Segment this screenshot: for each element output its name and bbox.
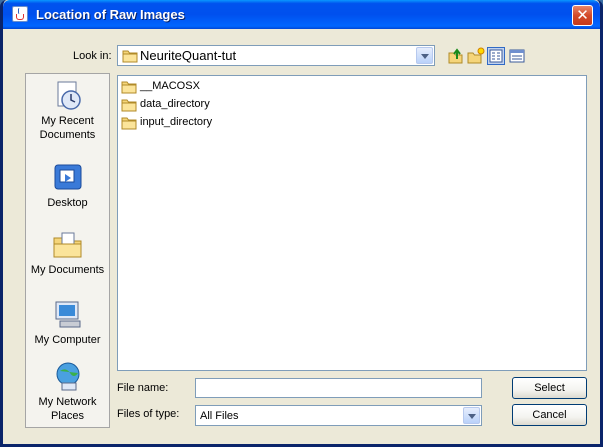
chevron-down-icon[interactable]: [463, 407, 480, 424]
network-places-icon: [52, 361, 84, 393]
title-bar[interactable]: Location of Raw Images ✕: [3, 0, 600, 29]
java-cup-icon: [12, 6, 28, 22]
details-view-button[interactable]: [508, 47, 526, 65]
folder-icon: [121, 99, 137, 112]
close-button[interactable]: ✕: [572, 5, 593, 26]
place-label: My Recent Documents: [39, 115, 96, 141]
window-title: Location of Raw Images: [36, 7, 185, 22]
details-view-icon: [509, 49, 525, 63]
up-one-level-button[interactable]: [447, 47, 465, 65]
place-my-computer[interactable]: My Computer: [26, 299, 109, 347]
list-view-icon: [489, 49, 503, 63]
recent-documents-icon: [52, 80, 84, 112]
look-in-label: Look in:: [73, 50, 112, 62]
create-new-folder-icon: [467, 47, 485, 64]
cancel-button[interactable]: Cancel: [512, 404, 587, 426]
list-item[interactable]: input_directory: [121, 115, 321, 131]
select-button[interactable]: Select: [512, 377, 587, 399]
folder-icon: [121, 81, 137, 94]
place-label: Desktop: [47, 197, 88, 209]
files-of-type-dropdown[interactable]: All Files: [195, 405, 482, 426]
create-new-folder-button[interactable]: [467, 47, 485, 65]
file-name-input[interactable]: [195, 378, 482, 398]
files-of-type-label: Files of type:: [117, 408, 180, 420]
place-label: My Network Places: [38, 396, 97, 422]
place-network-places[interactable]: My Network Places: [26, 361, 109, 423]
look-in-dropdown[interactable]: NeuriteQuant-tut: [117, 45, 435, 66]
up-one-level-icon: [448, 48, 463, 64]
file-chooser-window: Location of Raw Images ✕ Look in: Neurit…: [0, 0, 603, 447]
list-view-button[interactable]: [487, 47, 505, 65]
desktop-icon: [52, 162, 84, 194]
files-of-type-value: All Files: [200, 410, 239, 422]
chevron-down-icon[interactable]: [416, 47, 433, 64]
folder-icon: [122, 50, 138, 63]
file-name: input_directory: [140, 116, 213, 128]
list-item[interactable]: __MACOSX: [121, 79, 321, 95]
places-bar: My Recent Documents Desktop My Documents…: [25, 73, 110, 428]
folder-icon: [121, 117, 137, 130]
file-list[interactable]: __MACOSX data_directory input_directory: [117, 75, 587, 371]
file-name: data_directory: [140, 98, 210, 110]
my-documents-icon: [52, 229, 84, 261]
place-desktop[interactable]: Desktop: [26, 162, 109, 210]
list-item[interactable]: data_directory: [121, 97, 321, 113]
place-my-documents[interactable]: My Documents: [26, 229, 109, 277]
my-computer-icon: [52, 299, 84, 331]
place-label: My Computer: [34, 334, 101, 346]
place-recent-documents[interactable]: My Recent Documents: [26, 80, 109, 142]
place-label: My Documents: [30, 264, 105, 276]
file-name: __MACOSX: [140, 80, 200, 92]
file-name-label: File name:: [117, 382, 169, 394]
look-in-value: NeuriteQuant-tut: [140, 48, 237, 63]
